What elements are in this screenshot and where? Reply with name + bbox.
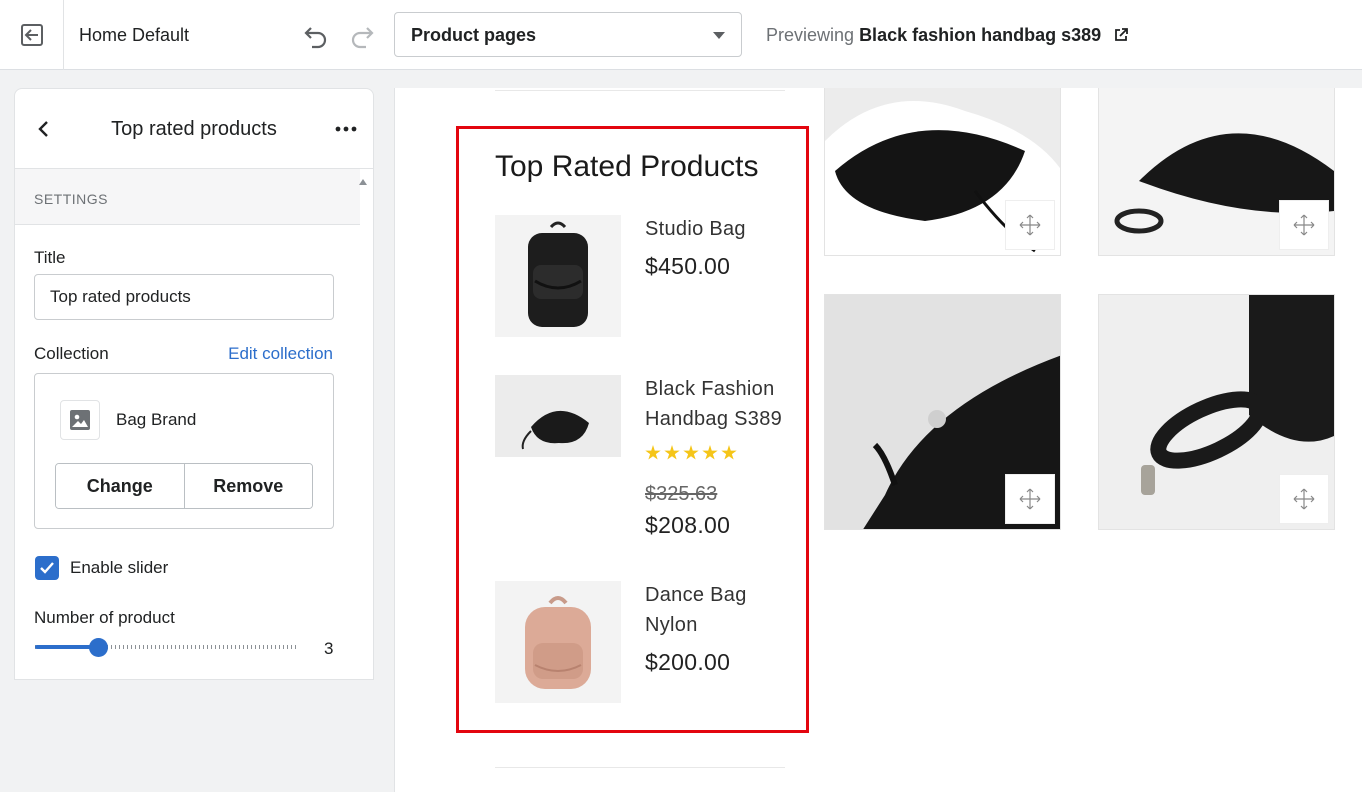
- drag-handle[interactable]: [1279, 474, 1329, 524]
- enable-slider-checkbox[interactable]: [35, 556, 59, 580]
- collection-name: Bag Brand: [116, 410, 197, 429]
- settings-section-label: SETTINGS: [34, 191, 109, 207]
- drag-handle[interactable]: [1005, 474, 1055, 524]
- undo-icon: [304, 27, 327, 49]
- product-image-black-fashion-handbag[interactable]: [495, 375, 621, 497]
- pink-backpack-image: [495, 581, 621, 703]
- previewing-label: Previewing: [766, 25, 855, 45]
- product-rating: [645, 445, 737, 461]
- product-name[interactable]: Dance Bag Nylon: [645, 580, 795, 640]
- title-label: Title: [34, 248, 66, 267]
- handbag-image: [495, 375, 621, 497]
- checkmark-icon: [40, 562, 54, 574]
- star-icon: [702, 445, 718, 460]
- settings-section-header: SETTINGS: [15, 169, 360, 225]
- drag-handle[interactable]: [1279, 200, 1329, 250]
- move-icon: [1293, 214, 1315, 236]
- preview-info: Previewing Black fashion handbag s389: [766, 25, 1129, 46]
- gallery-image[interactable]: [824, 294, 1061, 530]
- product-price: $450.00: [645, 253, 731, 279]
- panel-header: Top rated products: [15, 89, 373, 169]
- star-icon: [721, 445, 737, 460]
- star-icon: [683, 445, 699, 460]
- slider-thumb[interactable]: [89, 638, 109, 657]
- section-settings-panel: Top rated products SETTINGS Title Top ra…: [14, 88, 374, 680]
- gallery-image[interactable]: [1098, 88, 1335, 256]
- drag-handle[interactable]: [1005, 200, 1055, 250]
- product-price: $208.00: [645, 512, 731, 538]
- chevron-down-icon: [713, 32, 725, 39]
- gallery-image[interactable]: [824, 88, 1061, 256]
- enable-slider-label[interactable]: Enable slider: [70, 558, 168, 578]
- page-type-value: Product pages: [411, 25, 537, 45]
- panel-title: Top rated products: [111, 118, 277, 140]
- product-name[interactable]: Black Fashion Handbag S389: [645, 374, 795, 434]
- number-of-product-label: Number of product: [34, 608, 175, 627]
- product-image-studio-bag[interactable]: [495, 215, 621, 337]
- more-actions-button[interactable]: [333, 119, 359, 139]
- page-type-select[interactable]: Product pages: [394, 12, 742, 57]
- undo-button[interactable]: [300, 20, 332, 52]
- collection-label: Collection: [34, 344, 109, 363]
- divider: [495, 767, 785, 768]
- star-icon: [645, 445, 661, 460]
- editor-topbar: Home Default Product pages Previewing Bl…: [0, 0, 1362, 70]
- number-of-product-slider[interactable]: [35, 637, 299, 657]
- divider: [495, 90, 785, 91]
- collection-actions: Change Remove: [55, 463, 313, 509]
- collection-card: Bag Brand Change Remove: [34, 373, 334, 529]
- move-icon: [1019, 214, 1041, 236]
- product-compare-price: $325.63: [645, 483, 718, 505]
- star-icon: [664, 445, 680, 460]
- backpack-image: [495, 215, 621, 337]
- move-icon: [1019, 488, 1041, 510]
- section-heading: Top Rated Products: [495, 150, 759, 183]
- image-placeholder-icon: [70, 410, 90, 430]
- gallery-image[interactable]: [1098, 294, 1335, 530]
- remove-collection-button[interactable]: Remove: [183, 464, 312, 508]
- exit-icon: [20, 24, 43, 46]
- preview-product-link[interactable]: Black fashion handbag s389: [859, 25, 1101, 45]
- product-price: $200.00: [645, 649, 731, 675]
- theme-name: Home Default: [79, 25, 190, 45]
- exit-button[interactable]: [0, 0, 64, 70]
- external-link-icon[interactable]: [1114, 28, 1129, 42]
- scroll-up-arrow-icon[interactable]: [359, 179, 367, 185]
- theme-preview: Top Rated Products Studio Bag $450.00 Bl…: [394, 88, 1362, 792]
- move-icon: [1293, 488, 1315, 510]
- collection-thumbnail: [60, 400, 100, 440]
- product-image-dance-bag-nylon[interactable]: [495, 581, 621, 703]
- number-of-product-value: 3: [324, 639, 334, 658]
- edit-collection-link[interactable]: Edit collection: [228, 344, 333, 364]
- redo-button[interactable]: [346, 20, 378, 52]
- title-input[interactable]: Top rated products: [34, 274, 334, 320]
- redo-icon: [351, 27, 374, 49]
- ellipsis-icon: [335, 126, 357, 132]
- change-collection-button[interactable]: Change: [56, 464, 184, 508]
- product-name[interactable]: Studio Bag: [645, 214, 746, 244]
